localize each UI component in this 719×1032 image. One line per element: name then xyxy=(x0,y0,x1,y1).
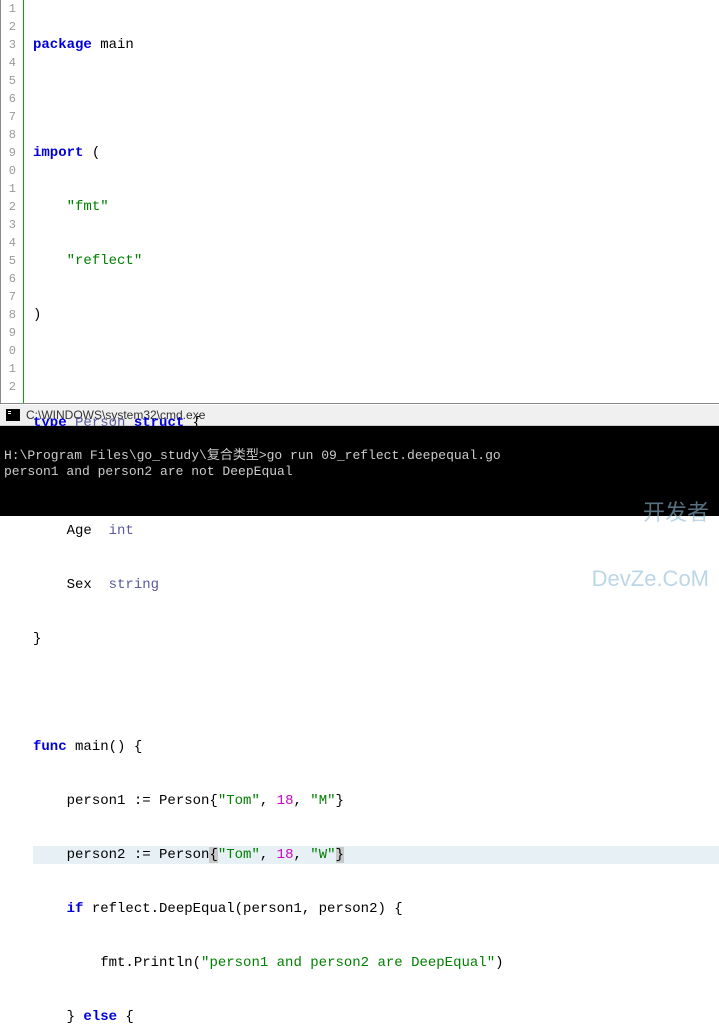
code-line: import ( xyxy=(33,144,719,162)
code-line: func main() { xyxy=(33,738,719,756)
code-line: fmt.Println("person1 and person2 are Dee… xyxy=(33,954,719,972)
code-line: person1 := Person{"Tom", 18, "M"} xyxy=(33,792,719,810)
code-line: package main xyxy=(33,36,719,54)
watermark: 开发者 DevZe.CoM xyxy=(592,458,709,634)
code-line xyxy=(33,684,719,702)
console-line: person1 and person2 are not DeepEqual xyxy=(4,464,293,479)
line-gutter: 1 2 3 4 5 6 7 8 9 0 1 2 3 4 5 6 7 8 9 0 … xyxy=(1,0,19,403)
code-area[interactable]: package main import ( "fmt" "reflect" ) … xyxy=(29,0,719,403)
code-line: } xyxy=(33,630,719,648)
cmd-icon xyxy=(6,409,20,421)
code-line: if reflect.DeepEqual(person1, person2) { xyxy=(33,900,719,918)
code-editor: 1 2 3 4 5 6 7 8 9 0 1 2 3 4 5 6 7 8 9 0 … xyxy=(0,0,719,403)
code-line: Sex string xyxy=(33,576,719,594)
code-line: "reflect" xyxy=(33,252,719,270)
console-output[interactable]: H:\Program Files\go_study\复合类型>go run 09… xyxy=(0,426,719,516)
code-line: ) xyxy=(33,306,719,324)
console-line: H:\Program Files\go_study\复合类型>go run 09… xyxy=(4,448,501,463)
code-line xyxy=(33,360,719,378)
fold-margin[interactable] xyxy=(19,0,29,403)
code-line: } else { xyxy=(33,1008,719,1026)
code-line: Age int xyxy=(33,522,719,540)
code-line xyxy=(33,90,719,108)
code-line-active: person2 := Person{"Tom", 18, "W"} xyxy=(33,846,719,864)
code-line: "fmt" xyxy=(33,198,719,216)
